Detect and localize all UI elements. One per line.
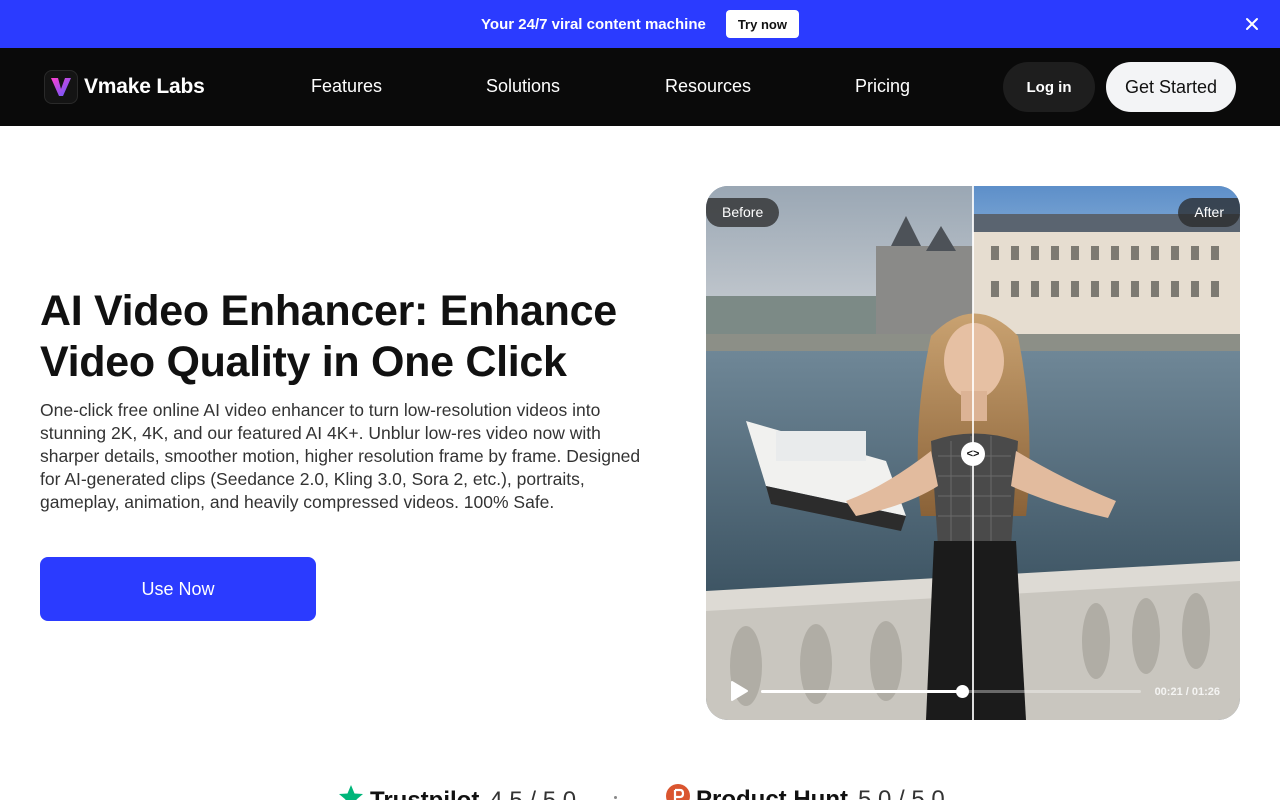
top-nav: Vmake Labs Features Solutions Resources …: [0, 48, 1280, 126]
hero-description: One-click free online AI video enhancer …: [40, 400, 641, 512]
before-after-video[interactable]: Before After <> 00:21 / 01:26: [706, 186, 1240, 720]
product-hunt-icon: [666, 784, 690, 800]
nav-item-features[interactable]: Features: [311, 76, 382, 97]
trustpilot-score: 4.5 / 5.0: [489, 786, 577, 800]
rating-separator: [614, 796, 617, 799]
video-progress-fill: [761, 690, 963, 693]
nav-item-pricing[interactable]: Pricing: [855, 76, 910, 97]
log-in-button[interactable]: Log in: [1003, 62, 1095, 112]
before-label: Before: [706, 198, 780, 227]
try-now-button[interactable]: Try now: [725, 10, 799, 38]
use-now-button[interactable]: Use Now: [40, 557, 316, 621]
video-progress-bar[interactable]: [761, 685, 1141, 698]
product-hunt-brand: Product Hunt: [696, 785, 848, 800]
product-hunt-score: 5.0 / 5.0: [857, 785, 945, 800]
trustpilot-star-icon: [338, 784, 364, 800]
video-time: 00:21 / 01:26: [1154, 686, 1220, 698]
page-title: AI Video Enhancer: Enhance Video Quality…: [40, 287, 617, 386]
close-icon[interactable]: [1242, 14, 1262, 34]
brand-logo[interactable]: Vmake Labs: [44, 70, 205, 104]
play-icon[interactable]: [728, 680, 750, 702]
trustpilot-rating: Trustpilot 4.5 / 5.0: [338, 784, 576, 800]
after-label: After: [1178, 198, 1240, 227]
nav-item-solutions[interactable]: Solutions: [486, 76, 560, 97]
promo-text: Your 24/7 viral content machine: [481, 15, 706, 33]
trustpilot-brand: Trustpilot: [370, 786, 480, 800]
product-hunt-rating: Product Hunt 5.0 / 5.0: [666, 784, 945, 800]
promo-banner: Your 24/7 viral content machine Try now: [0, 0, 1280, 48]
brand-name: Vmake Labs: [84, 75, 205, 98]
nav-item-resources[interactable]: Resources: [665, 76, 751, 97]
compare-handle-icon[interactable]: <>: [961, 442, 985, 466]
vmake-logo-icon: [44, 70, 78, 104]
get-started-button[interactable]: Get Started: [1106, 62, 1236, 112]
